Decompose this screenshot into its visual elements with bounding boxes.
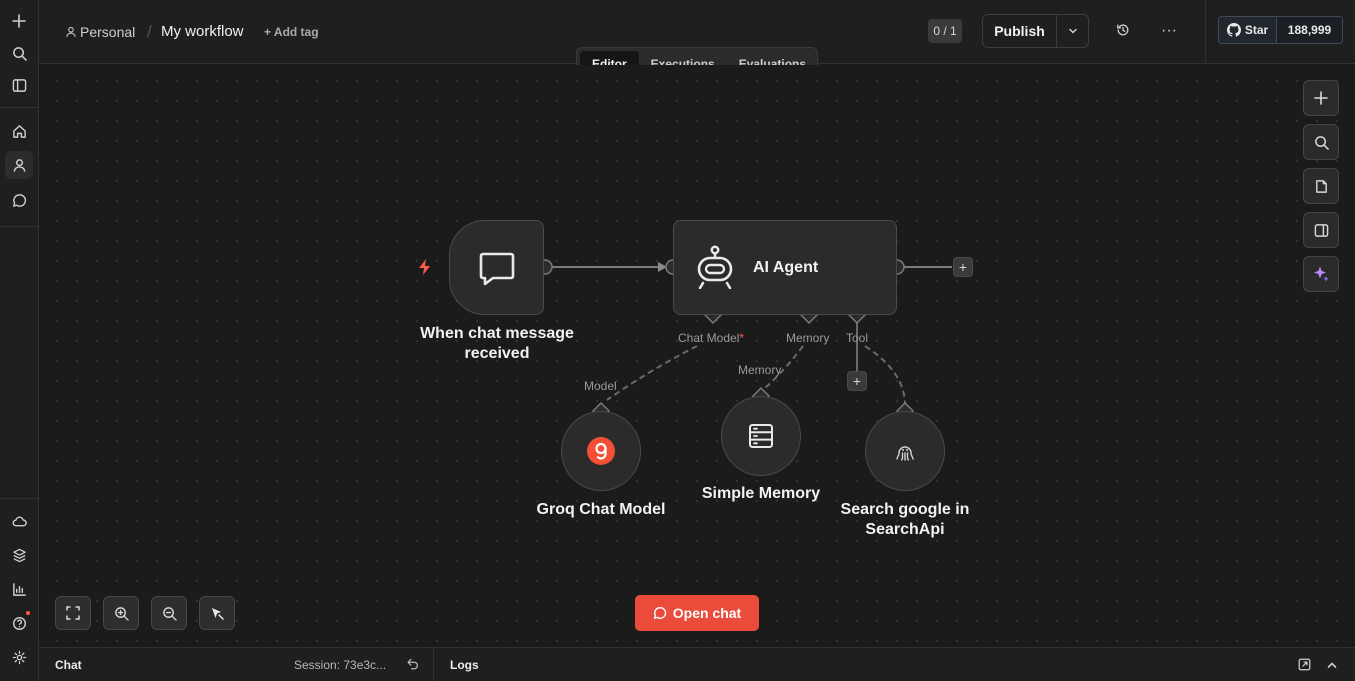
zoom-out-icon[interactable] bbox=[151, 596, 187, 630]
searchapi-node-title: Search google in SearchApi bbox=[840, 501, 970, 538]
add-next-node-button[interactable]: + bbox=[953, 257, 973, 277]
tidy-up-icon[interactable] bbox=[199, 596, 235, 630]
open-chat-label: Open chat bbox=[672, 605, 742, 621]
add-node-icon[interactable] bbox=[1303, 80, 1339, 116]
reset-session-icon[interactable] bbox=[406, 657, 420, 671]
connector-label-chat-model: Chat Model* bbox=[678, 331, 745, 345]
groq-node-title: Groq Chat Model bbox=[536, 501, 666, 518]
trigger-node-title: When chat message received bbox=[420, 325, 574, 362]
ai-agent-title: AI Agent bbox=[753, 259, 819, 276]
sticky-note-icon[interactable] bbox=[1303, 168, 1339, 204]
chat-icon bbox=[653, 607, 666, 619]
session-id: Session: 73e3c... bbox=[294, 658, 387, 672]
trigger-bolt-icon bbox=[417, 258, 433, 276]
trigger-node[interactable] bbox=[449, 220, 544, 315]
connector-label-memory-sub: Memory bbox=[738, 363, 782, 377]
simple-memory-node[interactable] bbox=[721, 396, 801, 476]
zoom-in-icon[interactable] bbox=[103, 596, 139, 630]
open-chat-button[interactable]: Open chat bbox=[635, 595, 759, 631]
search-nodes-icon[interactable] bbox=[1303, 124, 1339, 160]
pop-out-icon[interactable] bbox=[1298, 658, 1312, 672]
bottom-panel-bar: Chat Session: 73e3c... Logs bbox=[39, 647, 1355, 681]
groq-logo-icon bbox=[587, 437, 615, 465]
database-icon bbox=[749, 424, 773, 448]
chevron-up-icon[interactable] bbox=[1326, 658, 1340, 672]
ai-assistant-sparkle-icon[interactable] bbox=[1303, 256, 1339, 292]
chat-bubble-icon bbox=[479, 252, 514, 285]
connector-label-memory: Memory bbox=[786, 331, 830, 345]
chat-panel-label[interactable]: Chat bbox=[55, 658, 82, 672]
fit-view-icon[interactable] bbox=[55, 596, 91, 630]
add-tool-button[interactable]: + bbox=[847, 371, 867, 391]
logs-panel-label[interactable]: Logs bbox=[450, 658, 479, 672]
searchapi-node[interactable] bbox=[865, 411, 945, 491]
groq-chat-model-node[interactable] bbox=[561, 411, 641, 491]
robot-icon bbox=[697, 245, 733, 289]
connector-label-model: Model bbox=[584, 379, 617, 393]
connector-label-tool: Tool bbox=[846, 331, 869, 345]
panel-toggle-icon[interactable] bbox=[1303, 212, 1339, 248]
ai-agent-node[interactable]: AI Agent bbox=[673, 220, 897, 315]
required-asterisk: * bbox=[739, 331, 745, 345]
searchapi-icon bbox=[896, 446, 914, 461]
